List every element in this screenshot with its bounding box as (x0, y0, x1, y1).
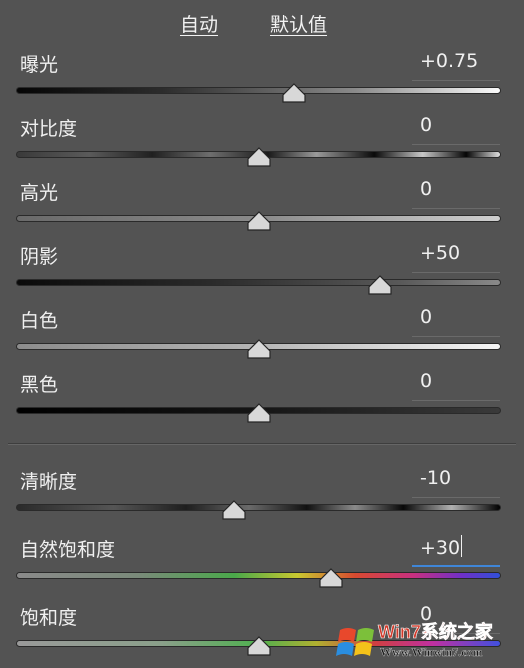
slider-row-contrast: 对比度 0 (0, 114, 524, 178)
exposure-slider-thumb[interactable] (282, 83, 306, 103)
blacks-value-field[interactable]: 0 (412, 370, 500, 401)
whites-value: 0 (420, 306, 433, 328)
contrast-label: 对比度 (20, 118, 78, 140)
saturation-value-field[interactable]: 0 (412, 603, 500, 634)
slider-row-exposure: 曝光 +0.75 (0, 50, 524, 114)
blacks-value: 0 (420, 370, 433, 392)
saturation-value: 0 (420, 603, 433, 625)
shadows-slider-thumb[interactable] (368, 275, 392, 295)
contrast-slider-thumb[interactable] (246, 147, 271, 167)
shadows-value-field[interactable]: +50 (412, 242, 500, 273)
whites-slider-thumb[interactable] (246, 339, 271, 359)
auto-button[interactable]: 自动 (180, 10, 218, 37)
clarity-slider-thumb[interactable] (222, 500, 246, 520)
section-divider (8, 443, 516, 445)
vibrance-label: 自然饱和度 (20, 539, 116, 561)
whites-label: 白色 (20, 310, 59, 332)
highlights-value: 0 (420, 178, 433, 200)
exposure-track[interactable] (16, 87, 501, 94)
exposure-value: +0.75 (420, 50, 479, 72)
default-button[interactable]: 默认值 (270, 10, 327, 37)
slider-row-saturation: 饱和度 0 (0, 603, 524, 667)
saturation-label: 饱和度 (20, 607, 78, 629)
text-cursor (461, 535, 463, 557)
whites-value-field[interactable]: 0 (412, 306, 500, 337)
highlights-value-field[interactable]: 0 (412, 178, 500, 209)
clarity-value-field[interactable]: -10 (412, 467, 500, 498)
vibrance-value: +30 (420, 535, 463, 559)
clarity-value: -10 (420, 467, 452, 489)
vibrance-track[interactable] (16, 572, 501, 579)
shadows-track[interactable] (16, 279, 501, 286)
shadows-value: +50 (420, 242, 461, 264)
saturation-slider-thumb[interactable] (246, 636, 271, 656)
contrast-value: 0 (420, 114, 433, 136)
vibrance-value-field[interactable]: +30 (412, 535, 500, 567)
highlights-label: 高光 (20, 182, 59, 204)
shadows-label: 阴影 (20, 246, 59, 268)
exposure-label: 曝光 (20, 54, 59, 76)
vibrance-slider-thumb[interactable] (319, 568, 343, 588)
blacks-slider-thumb[interactable] (246, 403, 271, 423)
slider-row-vibrance: 自然饱和度 +30 (0, 535, 524, 599)
exposure-value-field[interactable]: +0.75 (412, 50, 500, 81)
highlights-slider-thumb[interactable] (246, 211, 271, 231)
slider-row-whites: 白色 0 (0, 306, 524, 370)
contrast-value-field[interactable]: 0 (412, 114, 500, 145)
slider-row-shadows: 阴影 +50 (0, 242, 524, 306)
preset-links: 自动 默认值 (0, 0, 524, 42)
slider-row-blacks: 黑色 0 (0, 370, 524, 434)
blacks-label: 黑色 (20, 374, 59, 396)
clarity-track[interactable] (16, 504, 501, 511)
slider-row-clarity: 清晰度 -10 (0, 467, 524, 531)
clarity-label: 清晰度 (20, 471, 78, 493)
slider-row-highlights: 高光 0 (0, 178, 524, 242)
